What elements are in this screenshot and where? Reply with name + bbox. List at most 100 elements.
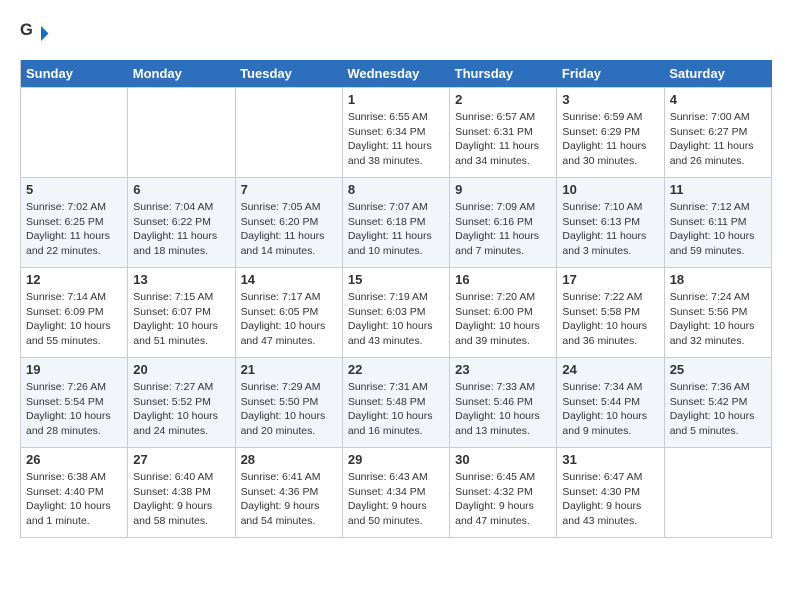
calendar-cell: 27 Sunrise: 6:40 AM Sunset: 4:38 PM Dayli…: [128, 448, 235, 538]
day-number: 14: [241, 272, 337, 287]
day-number: 30: [455, 452, 551, 467]
day-info: Sunrise: 6:47 AM Sunset: 4:30 PM Dayligh…: [562, 470, 658, 529]
calendar-cell: 9 Sunrise: 7:09 AM Sunset: 6:16 PM Daylig…: [450, 178, 557, 268]
day-number: 19: [26, 362, 122, 377]
day-number: 31: [562, 452, 658, 467]
day-info: Sunrise: 6:45 AM Sunset: 4:32 PM Dayligh…: [455, 470, 551, 529]
day-number: 13: [133, 272, 229, 287]
week-row-4: 19 Sunrise: 7:26 AM Sunset: 5:54 PM Dayli…: [21, 358, 772, 448]
day-number: 1: [348, 92, 444, 107]
day-number: 29: [348, 452, 444, 467]
col-header-saturday: Saturday: [664, 60, 771, 88]
day-info: Sunrise: 7:12 AM Sunset: 6:11 PM Dayligh…: [670, 200, 766, 259]
calendar-cell: 2 Sunrise: 6:57 AM Sunset: 6:31 PM Daylig…: [450, 88, 557, 178]
day-info: Sunrise: 6:38 AM Sunset: 4:40 PM Dayligh…: [26, 470, 122, 529]
calendar-cell: 15 Sunrise: 7:19 AM Sunset: 6:03 PM Dayli…: [342, 268, 449, 358]
col-header-monday: Monday: [128, 60, 235, 88]
week-row-1: 1 Sunrise: 6:55 AM Sunset: 6:34 PM Daylig…: [21, 88, 772, 178]
day-number: 16: [455, 272, 551, 287]
calendar-cell: [21, 88, 128, 178]
day-number: 11: [670, 182, 766, 197]
day-info: Sunrise: 7:15 AM Sunset: 6:07 PM Dayligh…: [133, 290, 229, 349]
calendar-cell: 22Sunrise: 7:31 AM Sunset: 5:48 PM Dayli…: [342, 358, 449, 448]
calendar-cell: [664, 448, 771, 538]
day-info: Sunrise: 7:00 AM Sunset: 6:27 PM Dayligh…: [670, 110, 766, 169]
week-row-5: 26 Sunrise: 6:38 AM Sunset: 4:40 PM Dayli…: [21, 448, 772, 538]
logo: G: [20, 20, 54, 50]
day-number: 21: [241, 362, 337, 377]
col-header-friday: Friday: [557, 60, 664, 88]
day-number: 3: [562, 92, 658, 107]
day-info: Sunrise: 7:34 AM Sunset: 5:44 PM Dayligh…: [562, 380, 658, 439]
day-info: Sunrise: 7:29 AM Sunset: 5:50 PM Dayligh…: [241, 380, 337, 439]
day-number: 10: [562, 182, 658, 197]
calendar-cell: 8Sunrise: 7:07 AM Sunset: 6:18 PM Daylig…: [342, 178, 449, 268]
col-header-thursday: Thursday: [450, 60, 557, 88]
calendar-cell: 28 Sunrise: 6:41 AM Sunset: 4:36 PM Dayli…: [235, 448, 342, 538]
calendar-cell: 1 Sunrise: 6:55 AM Sunset: 6:34 PM Daylig…: [342, 88, 449, 178]
day-number: 17: [562, 272, 658, 287]
day-info: Sunrise: 7:05 AM Sunset: 6:20 PM Dayligh…: [241, 200, 337, 259]
calendar-cell: 21 Sunrise: 7:29 AM Sunset: 5:50 PM Dayli…: [235, 358, 342, 448]
day-info: Sunrise: 7:14 AM Sunset: 6:09 PM Dayligh…: [26, 290, 122, 349]
day-number: 4: [670, 92, 766, 107]
day-info: Sunrise: 7:36 AM Sunset: 5:42 PM Dayligh…: [670, 380, 766, 439]
day-info: Sunrise: 7:07 AM Sunset: 6:18 PM Dayligh…: [348, 200, 444, 259]
day-info: Sunrise: 7:10 AM Sunset: 6:13 PM Dayligh…: [562, 200, 658, 259]
day-info: Sunrise: 6:40 AM Sunset: 4:38 PM Dayligh…: [133, 470, 229, 529]
day-info: Sunrise: 6:57 AM Sunset: 6:31 PM Dayligh…: [455, 110, 551, 169]
day-info: Sunrise: 7:33 AM Sunset: 5:46 PM Dayligh…: [455, 380, 551, 439]
calendar-cell: 14 Sunrise: 7:17 AM Sunset: 6:05 PM Dayli…: [235, 268, 342, 358]
calendar-cell: [128, 88, 235, 178]
calendar-cell: 16Sunrise: 7:20 AM Sunset: 6:00 PM Dayli…: [450, 268, 557, 358]
calendar-table: SundayMondayTuesdayWednesdayThursdayFrid…: [20, 60, 772, 538]
day-info: Sunrise: 7:19 AM Sunset: 6:03 PM Dayligh…: [348, 290, 444, 349]
col-header-wednesday: Wednesday: [342, 60, 449, 88]
day-info: Sunrise: 7:26 AM Sunset: 5:54 PM Dayligh…: [26, 380, 122, 439]
day-info: Sunrise: 7:31 AM Sunset: 5:48 PM Dayligh…: [348, 380, 444, 439]
day-number: 20: [133, 362, 229, 377]
calendar-cell: [235, 88, 342, 178]
day-info: Sunrise: 6:55 AM Sunset: 6:34 PM Dayligh…: [348, 110, 444, 169]
day-info: Sunrise: 7:04 AM Sunset: 6:22 PM Dayligh…: [133, 200, 229, 259]
calendar-cell: 24Sunrise: 7:34 AM Sunset: 5:44 PM Dayli…: [557, 358, 664, 448]
day-info: Sunrise: 7:22 AM Sunset: 5:58 PM Dayligh…: [562, 290, 658, 349]
day-info: Sunrise: 7:09 AM Sunset: 6:16 PM Dayligh…: [455, 200, 551, 259]
calendar-cell: 31 Sunrise: 6:47 AM Sunset: 4:30 PM Dayli…: [557, 448, 664, 538]
day-number: 12: [26, 272, 122, 287]
day-number: 15: [348, 272, 444, 287]
day-number: 28: [241, 452, 337, 467]
logo-icon: G: [20, 20, 50, 50]
day-number: 2: [455, 92, 551, 107]
day-number: 18: [670, 272, 766, 287]
day-number: 26: [26, 452, 122, 467]
calendar-cell: 19 Sunrise: 7:26 AM Sunset: 5:54 PM Dayli…: [21, 358, 128, 448]
col-header-tuesday: Tuesday: [235, 60, 342, 88]
calendar-cell: 30 Sunrise: 6:45 AM Sunset: 4:32 PM Dayli…: [450, 448, 557, 538]
svg-text:G: G: [20, 21, 33, 39]
calendar-cell: 26 Sunrise: 6:38 AM Sunset: 4:40 PM Dayli…: [21, 448, 128, 538]
day-number: 27: [133, 452, 229, 467]
day-number: 5: [26, 182, 122, 197]
day-info: Sunrise: 7:02 AM Sunset: 6:25 PM Dayligh…: [26, 200, 122, 259]
day-number: 23: [455, 362, 551, 377]
calendar-cell: 6 Sunrise: 7:04 AM Sunset: 6:22 PM Daylig…: [128, 178, 235, 268]
page-header: G: [20, 20, 772, 50]
day-info: Sunrise: 7:17 AM Sunset: 6:05 PM Dayligh…: [241, 290, 337, 349]
calendar-cell: 29Sunrise: 6:43 AM Sunset: 4:34 PM Dayli…: [342, 448, 449, 538]
calendar-cell: 5 Sunrise: 7:02 AM Sunset: 6:25 PM Daylig…: [21, 178, 128, 268]
day-info: Sunrise: 6:41 AM Sunset: 4:36 PM Dayligh…: [241, 470, 337, 529]
calendar-cell: 25Sunrise: 7:36 AM Sunset: 5:42 PM Dayli…: [664, 358, 771, 448]
calendar-cell: 12 Sunrise: 7:14 AM Sunset: 6:09 PM Dayli…: [21, 268, 128, 358]
calendar-cell: 17 Sunrise: 7:22 AM Sunset: 5:58 PM Dayli…: [557, 268, 664, 358]
day-info: Sunrise: 7:24 AM Sunset: 5:56 PM Dayligh…: [670, 290, 766, 349]
calendar-cell: 13 Sunrise: 7:15 AM Sunset: 6:07 PM Dayli…: [128, 268, 235, 358]
calendar-cell: 10 Sunrise: 7:10 AM Sunset: 6:13 PM Dayli…: [557, 178, 664, 268]
calendar-cell: 18 Sunrise: 7:24 AM Sunset: 5:56 PM Dayli…: [664, 268, 771, 358]
calendar-cell: 20Sunrise: 7:27 AM Sunset: 5:52 PM Dayli…: [128, 358, 235, 448]
calendar-cell: 23 Sunrise: 7:33 AM Sunset: 5:46 PM Dayli…: [450, 358, 557, 448]
calendar-cell: 7Sunrise: 7:05 AM Sunset: 6:20 PM Daylig…: [235, 178, 342, 268]
col-header-sunday: Sunday: [21, 60, 128, 88]
day-number: 9: [455, 182, 551, 197]
day-number: 6: [133, 182, 229, 197]
